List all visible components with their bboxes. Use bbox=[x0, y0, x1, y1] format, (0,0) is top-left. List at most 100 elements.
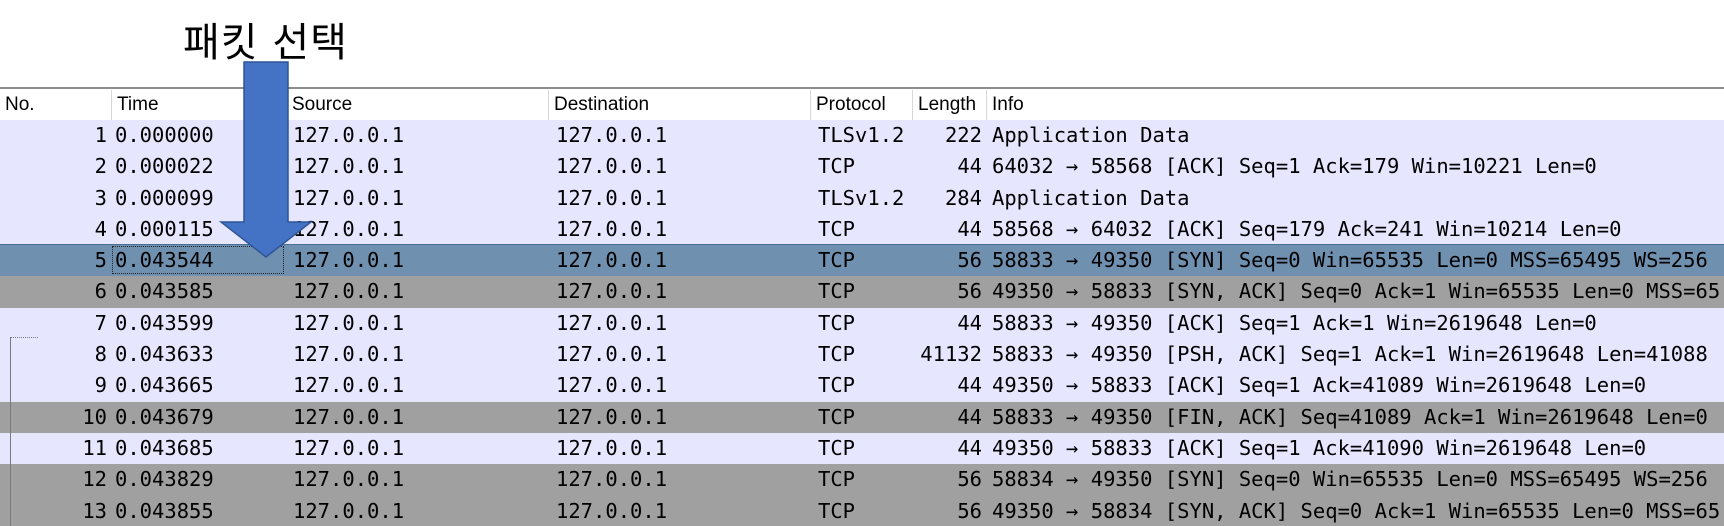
packet-destination-cell: 127.0.0.1 bbox=[556, 404, 668, 429]
packet-row[interactable]: 4 0.000115 127.0.0.1 127.0.0.1 TCP 44 58568 → … bbox=[0, 213, 1724, 246]
packet-row[interactable]: 10 0.043679 127.0.0.1 127.0.0.1 TCP 44 58833 →… bbox=[0, 401, 1724, 433]
packet-no-cell: 10 bbox=[82, 404, 107, 429]
packet-row-selected[interactable]: 5 0.043544 127.0.0.1 127.0.0.1 TCP 56 58833 → … bbox=[0, 244, 1724, 278]
packet-source-cell: 127.0.0.1 bbox=[293, 248, 405, 273]
packet-protocol-cell: TCP bbox=[818, 216, 856, 241]
packet-row[interactable]: 13 0.043855 127.0.0.1 127.0.0.1 TCP 56 49350 →… bbox=[0, 495, 1724, 526]
packet-info-cell: 58833 → 49350 [FIN, ACK] Seq=41089 Ack=1… bbox=[992, 404, 1708, 429]
packet-protocol-cell: TCP bbox=[818, 310, 856, 335]
packet-destination-cell: 127.0.0.1 bbox=[556, 248, 668, 273]
packet-source-cell: 127.0.0.1 bbox=[293, 123, 405, 147]
packet-info-cell: 49350 → 58833 [ACK] Seq=1 Ack=41090 Win=… bbox=[992, 435, 1647, 460]
packet-source-cell: 127.0.0.1 bbox=[293, 435, 405, 460]
packet-protocol-cell: TCP bbox=[818, 279, 856, 304]
packet-list: 1 0.000000 127.0.0.1 127.0.0.1 TLSv1.2 222 App… bbox=[0, 120, 1724, 526]
packet-length-cell: 222 bbox=[944, 123, 982, 147]
packet-row[interactable]: 6 0.043585 127.0.0.1 127.0.0.1 TCP 56 49350 → … bbox=[0, 276, 1724, 308]
packet-time-cell: 0.043633 bbox=[115, 342, 214, 367]
packet-row[interactable]: 9 0.043665 127.0.0.1 127.0.0.1 TCP 44 49350 → … bbox=[0, 370, 1724, 402]
packet-row[interactable]: 7 0.043599 127.0.0.1 127.0.0.1 TCP 44 58833 → … bbox=[0, 307, 1724, 340]
packet-destination-cell: 127.0.0.1 bbox=[556, 342, 668, 367]
packet-length-cell: 44 bbox=[957, 404, 982, 429]
conversation-tree-tick bbox=[10, 337, 38, 338]
focus-rectangle bbox=[112, 246, 284, 275]
column-header-source[interactable]: Source bbox=[287, 90, 549, 120]
packet-info-cell: 49350 → 58834 [SYN, ACK] Seq=0 Ack=1 Win… bbox=[992, 498, 1721, 523]
packet-info-cell: Application Data bbox=[992, 185, 1190, 210]
packet-destination-cell: 127.0.0.1 bbox=[556, 310, 668, 335]
packet-row[interactable]: 2 0.000022 127.0.0.1 127.0.0.1 TCP 44 64032 → … bbox=[0, 151, 1724, 183]
packet-destination-cell: 127.0.0.1 bbox=[556, 216, 668, 241]
packet-info-cell: Application Data bbox=[992, 123, 1190, 147]
packet-protocol-cell: TCP bbox=[818, 467, 856, 492]
conversation-tree-line bbox=[10, 337, 11, 526]
packet-destination-cell: 127.0.0.1 bbox=[556, 154, 668, 179]
packet-length-cell: 44 bbox=[957, 216, 982, 241]
packet-row[interactable]: 3 0.000099 127.0.0.1 127.0.0.1 TLSv1.2 284 App… bbox=[0, 182, 1724, 214]
packet-info-cell: 49350 → 58833 [ACK] Seq=1 Ack=41089 Win=… bbox=[992, 373, 1647, 398]
packet-length-cell: 41132 bbox=[920, 342, 982, 367]
packet-time-cell: 0.043855 bbox=[115, 498, 214, 523]
packet-protocol-cell: TCP bbox=[818, 154, 856, 179]
packet-time-cell: 0.043679 bbox=[115, 404, 214, 429]
packet-time-cell: 0.043685 bbox=[115, 435, 214, 460]
packet-info-cell: 64032 → 58568 [ACK] Seq=1 Ack=179 Win=10… bbox=[992, 154, 1597, 179]
packet-info-cell: 58568 → 64032 [ACK] Seq=179 Ack=241 Win=… bbox=[992, 216, 1622, 241]
packet-protocol-cell: TLSv1.2 bbox=[818, 123, 905, 147]
packet-info-cell: 58833 → 49350 [ACK] Seq=1 Ack=1 Win=2619… bbox=[992, 310, 1597, 335]
packet-length-cell: 56 bbox=[957, 248, 982, 273]
column-header-length[interactable]: Length bbox=[913, 90, 987, 120]
packet-source-cell: 127.0.0.1 bbox=[293, 498, 405, 523]
column-header-info[interactable]: Info bbox=[987, 90, 1724, 120]
column-header-destination[interactable]: Destination bbox=[549, 90, 811, 120]
packet-length-cell: 44 bbox=[957, 310, 982, 335]
packet-protocol-cell: TCP bbox=[818, 373, 856, 398]
packet-row[interactable]: 1 0.000000 127.0.0.1 127.0.0.1 TLSv1.2 222 App… bbox=[0, 120, 1724, 152]
packet-length-cell: 56 bbox=[957, 467, 982, 492]
packet-length-cell: 44 bbox=[957, 435, 982, 460]
packet-destination-cell: 127.0.0.1 bbox=[556, 373, 668, 398]
packet-row[interactable]: 11 0.043685 127.0.0.1 127.0.0.1 TCP 44 49350 →… bbox=[0, 432, 1724, 465]
packet-length-cell: 44 bbox=[957, 373, 982, 398]
packet-length-cell: 56 bbox=[957, 498, 982, 523]
packet-list-panel: No. Time Source Destination Protocol Len… bbox=[0, 87, 1724, 526]
annotation-label: 패킷 선택 bbox=[183, 20, 348, 66]
panel-top-border bbox=[0, 87, 1724, 89]
packet-protocol-cell: TCP bbox=[818, 342, 856, 367]
packet-destination-cell: 127.0.0.1 bbox=[556, 467, 668, 492]
packet-time-cell: 0.000099 bbox=[115, 185, 214, 210]
packet-protocol-cell: TCP bbox=[818, 404, 856, 429]
packet-info-cell: 58833 → 49350 [SYN] Seq=0 Win=65535 Len=… bbox=[992, 248, 1708, 273]
packet-no-cell: 13 bbox=[82, 498, 107, 523]
packet-source-cell: 127.0.0.1 bbox=[293, 373, 405, 398]
packet-destination-cell: 127.0.0.1 bbox=[556, 123, 668, 147]
packet-source-cell: 127.0.0.1 bbox=[293, 467, 405, 492]
column-header-no[interactable]: No. bbox=[0, 90, 112, 120]
packet-no-cell: 2 bbox=[94, 154, 107, 179]
packet-destination-cell: 127.0.0.1 bbox=[556, 185, 668, 210]
packet-length-cell: 284 bbox=[944, 185, 982, 210]
packet-source-cell: 127.0.0.1 bbox=[293, 279, 405, 304]
packet-destination-cell: 127.0.0.1 bbox=[556, 279, 668, 304]
column-header-time[interactable]: Time bbox=[112, 90, 287, 120]
packet-list-header: No. Time Source Destination Protocol Len… bbox=[0, 90, 1724, 120]
packet-no-cell: 7 bbox=[94, 310, 107, 335]
packet-protocol-cell: TCP bbox=[818, 435, 856, 460]
packet-source-cell: 127.0.0.1 bbox=[293, 154, 405, 179]
packet-no-cell: 6 bbox=[94, 279, 107, 304]
packet-source-cell: 127.0.0.1 bbox=[293, 342, 405, 367]
packet-time-cell: 0.000000 bbox=[115, 123, 214, 147]
packet-time-cell: 0.043585 bbox=[115, 279, 214, 304]
packet-protocol-cell: TLSv1.2 bbox=[818, 185, 905, 210]
packet-row[interactable]: 12 0.043829 127.0.0.1 127.0.0.1 TCP 56 58834 →… bbox=[0, 464, 1724, 496]
packet-time-cell: 0.043599 bbox=[115, 310, 214, 335]
packet-destination-cell: 127.0.0.1 bbox=[556, 498, 668, 523]
packet-source-cell: 127.0.0.1 bbox=[293, 185, 405, 210]
column-header-protocol[interactable]: Protocol bbox=[811, 90, 913, 120]
packet-row[interactable]: 8 0.043633 127.0.0.1 127.0.0.1 TCP 41132 58833… bbox=[0, 339, 1724, 371]
packet-source-cell: 127.0.0.1 bbox=[293, 216, 405, 241]
packet-source-cell: 127.0.0.1 bbox=[293, 310, 405, 335]
packet-no-cell: 12 bbox=[82, 467, 107, 492]
packet-time-cell: 0.043829 bbox=[115, 467, 214, 492]
packet-length-cell: 56 bbox=[957, 279, 982, 304]
